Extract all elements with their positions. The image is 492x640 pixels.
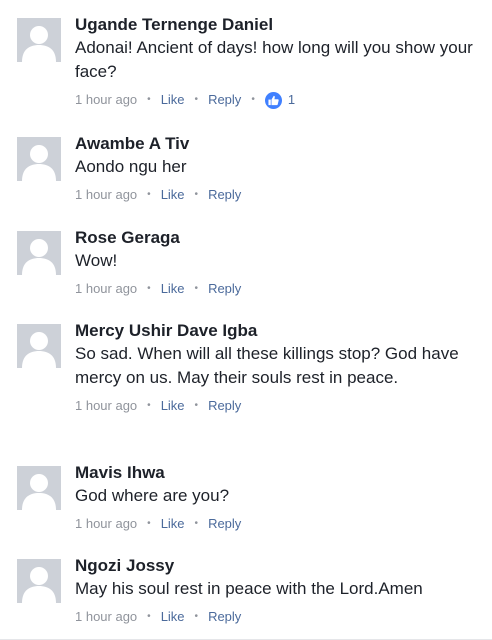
comment-text: Wow! xyxy=(75,251,118,270)
like-button[interactable]: Like xyxy=(161,90,185,110)
default-avatar-icon xyxy=(17,559,61,603)
reply-button[interactable]: Reply xyxy=(208,396,241,416)
comment-author[interactable]: Rose Geraga xyxy=(75,227,485,249)
reaction-count: 1 xyxy=(287,92,296,107)
separator-dot: • xyxy=(194,94,199,105)
comment-meta: 1 hour ago • Like • Reply xyxy=(75,279,485,299)
separator-dot: • xyxy=(147,400,151,411)
comment-text: God where are you? xyxy=(75,486,230,505)
default-avatar-icon xyxy=(17,324,61,368)
like-button[interactable]: Like xyxy=(161,607,185,627)
thumbs-up-icon xyxy=(264,91,282,109)
separator-dot: • xyxy=(194,400,199,411)
avatar[interactable] xyxy=(17,466,61,510)
comment-timestamp[interactable]: 1 hour ago xyxy=(75,90,137,110)
like-button[interactable]: Like xyxy=(161,279,185,299)
avatar[interactable] xyxy=(17,137,61,181)
comment-text: So sad. When will all these killings sto… xyxy=(75,344,459,387)
comment-author[interactable]: Ngozi Jossy xyxy=(75,555,485,577)
like-button[interactable]: Like xyxy=(161,514,185,534)
reply-button[interactable]: Reply xyxy=(208,514,241,534)
separator-dot: • xyxy=(194,518,199,529)
like-button[interactable]: Like xyxy=(161,185,185,205)
comment-timestamp[interactable]: 1 hour ago xyxy=(75,607,137,627)
comment-meta: 1 hour ago • Like • Reply xyxy=(75,396,485,416)
default-avatar-icon xyxy=(17,18,61,62)
comment-meta: 1 hour ago • Like • Reply xyxy=(75,185,485,205)
like-button[interactable]: Like xyxy=(161,396,185,416)
comment-timestamp[interactable]: 1 hour ago xyxy=(75,185,137,205)
comment-meta: 1 hour ago • Like • Reply • 1 xyxy=(75,90,485,110)
separator-dot: • xyxy=(147,611,151,622)
default-avatar-icon xyxy=(17,137,61,181)
comment-meta: 1 hour ago • Like • Reply xyxy=(75,607,485,627)
comment-timestamp[interactable]: 1 hour ago xyxy=(75,279,137,299)
separator-dot: • xyxy=(251,94,255,105)
separator-dot: • xyxy=(147,94,151,105)
comment-timestamp[interactable]: 1 hour ago xyxy=(75,514,137,534)
avatar[interactable] xyxy=(17,231,61,275)
reply-button[interactable]: Reply xyxy=(208,90,241,110)
comment-meta: 1 hour ago • Like • Reply xyxy=(75,514,485,534)
separator-dot: • xyxy=(147,518,151,529)
separator-dot: • xyxy=(147,189,151,200)
separator-dot: • xyxy=(194,611,199,622)
separator-dot: • xyxy=(147,283,151,294)
reaction-summary[interactable]: 1 xyxy=(264,90,296,110)
avatar[interactable] xyxy=(17,18,61,62)
avatar[interactable] xyxy=(17,559,61,603)
reply-button[interactable]: Reply xyxy=(208,607,241,627)
comment-text: May his soul rest in peace with the Lord… xyxy=(75,579,423,598)
comment-author[interactable]: Mavis Ihwa xyxy=(75,462,485,484)
separator-dot: • xyxy=(194,189,199,200)
avatar[interactable] xyxy=(17,324,61,368)
comment-author[interactable]: Mercy Ushir Dave Igba xyxy=(75,320,485,342)
comment-author[interactable]: Ugande Ternenge Daniel xyxy=(75,14,485,36)
comment-text: Adonai! Ancient of days! how long will y… xyxy=(75,38,473,81)
comment-text: Aondo ngu her xyxy=(75,157,187,176)
separator-dot: • xyxy=(194,283,199,294)
default-avatar-icon xyxy=(17,466,61,510)
reply-button[interactable]: Reply xyxy=(208,279,241,299)
default-avatar-icon xyxy=(17,231,61,275)
comment-timestamp[interactable]: 1 hour ago xyxy=(75,396,137,416)
reply-button[interactable]: Reply xyxy=(208,185,241,205)
comment-feed: Ugande Ternenge Daniel Adonai! Ancient o… xyxy=(0,0,492,640)
comment-author[interactable]: Awambe A Tiv xyxy=(75,133,485,155)
